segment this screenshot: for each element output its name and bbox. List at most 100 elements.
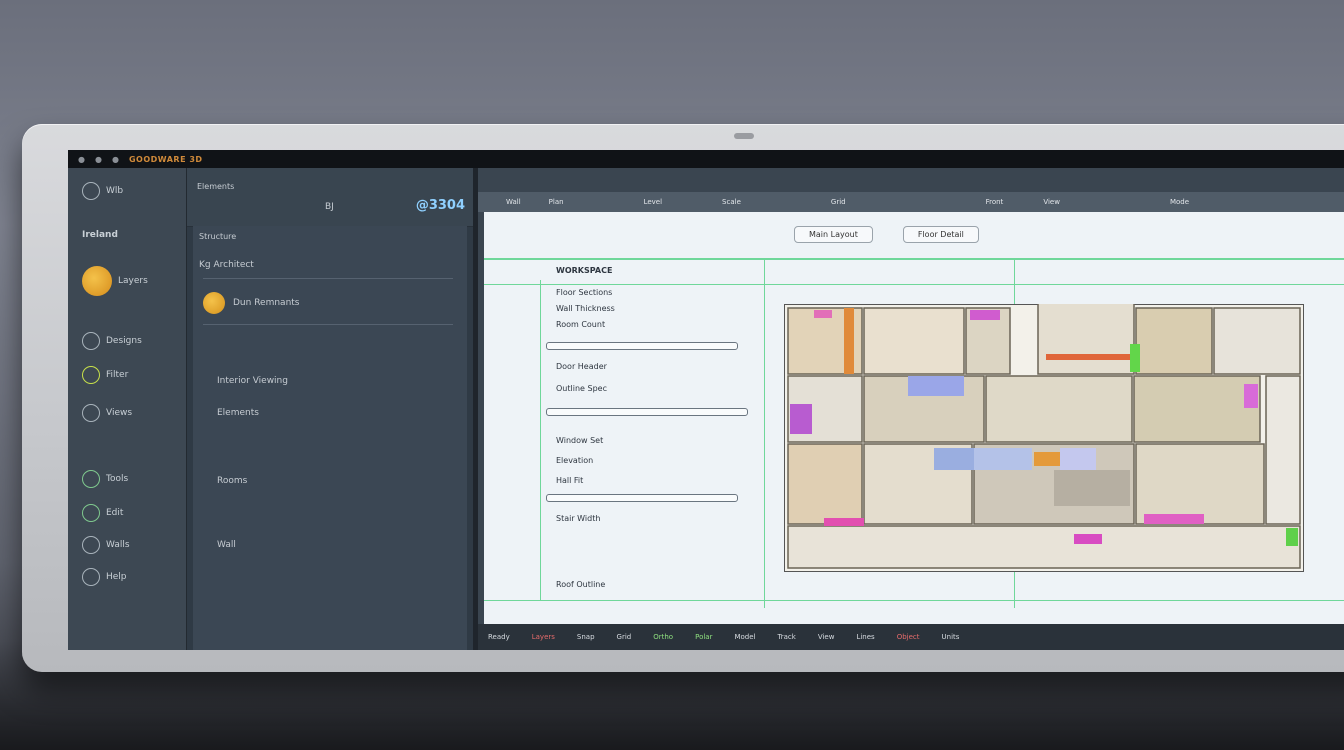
nav-item-layers[interactable]: Layers: [82, 266, 148, 296]
ruler-label[interactable]: Level: [644, 192, 662, 212]
status-item[interactable]: Track: [778, 633, 796, 641]
panel-header: Elements BJ @3304: [187, 168, 473, 227]
status-item[interactable]: Ortho: [653, 633, 673, 641]
dimension-line: [546, 408, 748, 416]
note: Hall Fit: [556, 476, 584, 485]
left-nav: Wlb Ireland Layers Designs Filter Views …: [68, 168, 186, 650]
divider: [203, 324, 453, 325]
status-item[interactable]: Object: [897, 633, 920, 641]
nav-item-walls[interactable]: Walls: [82, 536, 130, 554]
note: Wall Thickness: [556, 304, 615, 313]
window-dot[interactable]: ●: [78, 155, 85, 164]
status-item[interactable]: Units: [942, 633, 960, 641]
divider: [203, 278, 453, 279]
nav-item-label: Views: [106, 408, 133, 418]
panel-row[interactable]: Rooms: [217, 476, 247, 486]
user-name: Dun Remnants: [233, 298, 300, 308]
drawing-area: Wall Plan Level Scale Grid Front View Mo…: [478, 168, 1344, 650]
nav-item-designs[interactable]: Designs: [82, 332, 142, 350]
nav-item-filter[interactable]: Filter: [82, 366, 128, 384]
ruler-label[interactable]: Grid: [831, 192, 846, 212]
section-title: Kg Architect: [199, 260, 254, 270]
green-circle-icon: [82, 470, 100, 488]
panel-path: Elements: [197, 182, 235, 191]
app-title: GOODWARE 3D: [128, 154, 203, 164]
nav-header[interactable]: Wlb: [82, 182, 123, 200]
leaf-icon: [82, 366, 100, 384]
nav-item-edit[interactable]: Edit: [82, 504, 123, 522]
nav-brand: Ireland: [82, 230, 118, 240]
nav-item-label: Filter: [106, 370, 129, 380]
panel-row[interactable]: Elements: [217, 408, 259, 418]
tab-floor-detail[interactable]: Floor Detail: [902, 226, 979, 243]
panel-row[interactable]: Wall: [217, 540, 236, 550]
shield-icon: [82, 332, 100, 350]
note: Window Set: [556, 436, 604, 445]
screen: ● ● ● GOODWARE 3D Wlb Ireland Layers Des…: [68, 150, 1344, 650]
globe-icon: [82, 536, 100, 554]
circle-icon: [82, 182, 100, 200]
ruler-label[interactable]: View: [1043, 192, 1060, 212]
properties-panel: Elements BJ @3304 Structure Kg Architect…: [186, 168, 473, 650]
ruler-label[interactable]: Mode: [1170, 192, 1189, 212]
floor-plan[interactable]: [784, 304, 1304, 572]
nav-brand-label: Ireland: [82, 230, 118, 240]
status-item[interactable]: Snap: [577, 633, 595, 641]
status-item[interactable]: View: [818, 633, 835, 641]
nav-item-views[interactable]: Views: [82, 404, 132, 422]
dimension-line: [546, 342, 738, 350]
ruler-label[interactable]: Plan: [549, 192, 564, 212]
note: Roof Outline: [556, 580, 606, 589]
note: Door Header: [556, 362, 607, 371]
nav-item-label: Layers: [118, 276, 148, 286]
window-dot[interactable]: ●: [112, 155, 119, 164]
status-bar: Ready Layers Snap Grid Ortho Polar Model…: [478, 624, 1344, 650]
note: Outline Spec: [556, 384, 607, 393]
nav-item-label: Help: [106, 572, 127, 582]
guide-line: [484, 600, 1344, 601]
status-item[interactable]: Model: [734, 633, 755, 641]
status-item[interactable]: Lines: [856, 633, 874, 641]
user-row[interactable]: Dun Remnants: [203, 292, 300, 314]
title-bar: ● ● ● GOODWARE 3D: [68, 150, 1344, 168]
panel-body: Structure Kg Architect Dun Remnants Inte…: [193, 226, 467, 650]
globe-icon: [82, 504, 100, 522]
note: Stair Width: [556, 514, 601, 523]
nav-item-label: Walls: [106, 540, 130, 550]
guide-line: [484, 258, 1344, 260]
guide-line: [540, 280, 541, 600]
nav-item-tools[interactable]: Tools: [82, 470, 128, 488]
top-ruler: Wall Plan Level Scale Grid Front View Mo…: [478, 192, 1344, 212]
drawing-title: WORKSPACE: [556, 266, 613, 275]
status-item[interactable]: Grid: [617, 633, 632, 641]
nav-item-label: Edit: [106, 508, 124, 518]
canvas-tabs: Main Layout Floor Detail: [794, 226, 979, 243]
panel-tab-hint[interactable]: Structure: [199, 232, 236, 241]
guide-line: [484, 284, 1344, 285]
status-item[interactable]: Layers: [532, 633, 555, 641]
drawing-canvas[interactable]: Main Layout Floor Detail WORKSPACE Floor…: [484, 212, 1344, 624]
nav-header-label: Wlb: [106, 186, 124, 196]
zoom-level[interactable]: @3304: [416, 198, 465, 213]
globe-icon: [82, 404, 100, 422]
ruler-label[interactable]: Scale: [722, 192, 741, 212]
globe-icon: [82, 568, 100, 586]
ruler-label[interactable]: Front: [986, 192, 1004, 212]
note: Room Count: [556, 320, 606, 329]
panel-row[interactable]: Interior Viewing: [217, 376, 288, 386]
nav-item-help[interactable]: Help: [82, 568, 127, 586]
panel-code: BJ: [325, 202, 334, 212]
status-item[interactable]: Ready: [488, 633, 510, 641]
guide-line: [764, 258, 765, 608]
nav-item-label: Tools: [106, 474, 129, 484]
note: Floor Sections: [556, 288, 613, 297]
dimension-line: [546, 494, 738, 502]
note: Elevation: [556, 456, 594, 465]
avatar: [203, 292, 225, 314]
camera-icon: [734, 133, 754, 139]
ruler-label[interactable]: Wall: [506, 192, 521, 212]
tab-main-layout[interactable]: Main Layout: [794, 226, 873, 243]
status-item[interactable]: Polar: [695, 633, 712, 641]
nav-item-label: Designs: [106, 336, 142, 346]
window-dot[interactable]: ●: [95, 155, 102, 164]
